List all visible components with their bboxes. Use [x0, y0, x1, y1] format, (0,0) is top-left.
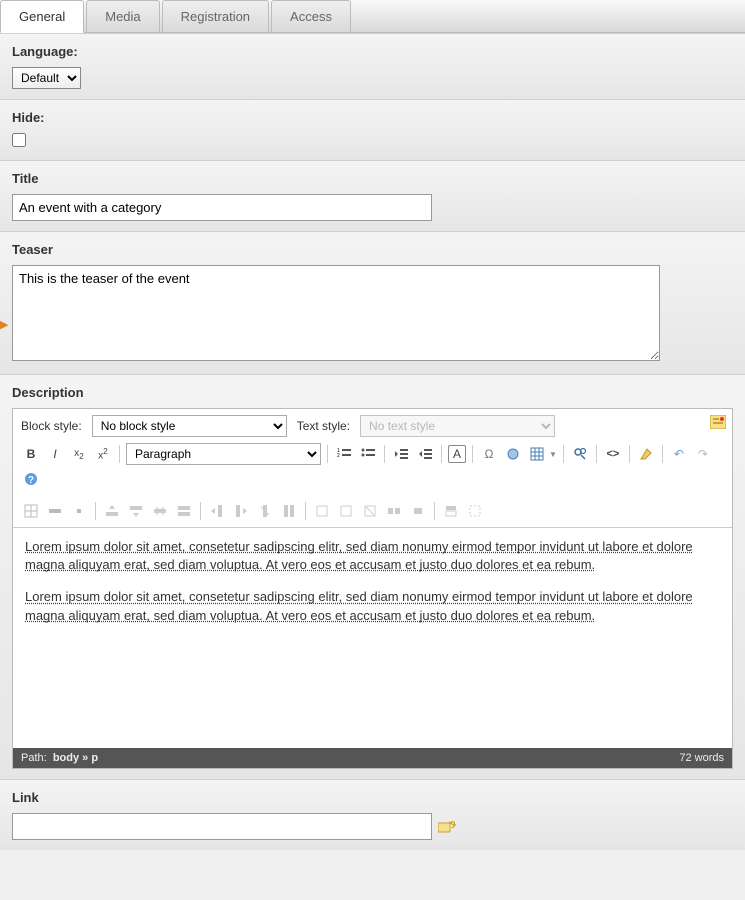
ordered-list-button[interactable]: 12: [334, 444, 354, 464]
cell-delete-button: [360, 501, 380, 521]
svg-text:2: 2: [337, 453, 340, 459]
tab-label: Media: [105, 9, 140, 24]
row-delete-button: [150, 501, 170, 521]
link-button[interactable]: [503, 444, 523, 464]
link-input[interactable]: [12, 813, 432, 840]
col-split-button: [279, 501, 299, 521]
help-button[interactable]: ?: [21, 469, 41, 489]
rte-editor: Block style: No block style Text style: …: [12, 408, 733, 769]
panel-collapse-arrow[interactable]: ▶: [0, 318, 8, 331]
rte-paragraph: Lorem ipsum dolor sit amet, consetetur s…: [25, 588, 720, 624]
toolbar-separator: [472, 445, 473, 463]
toolbar-separator: [200, 502, 201, 520]
text-color-button[interactable]: A: [448, 445, 466, 463]
title-section: Title: [0, 160, 745, 231]
rte-body[interactable]: Lorem ipsum dolor sit amet, consetetur s…: [13, 528, 732, 748]
tab-label: Registration: [181, 9, 250, 24]
tab-label: Access: [290, 9, 332, 24]
indent-button[interactable]: [415, 444, 435, 464]
block-style-label: Block style:: [21, 419, 82, 433]
tab-label: General: [19, 9, 65, 24]
paragraph-select[interactable]: Paragraph: [126, 443, 321, 465]
row-insert-after-button: [126, 501, 146, 521]
svg-text:?: ?: [28, 475, 34, 486]
tab-general[interactable]: General: [0, 0, 84, 33]
teaser-textarea[interactable]: This is the teaser of the event: [12, 265, 660, 361]
description-section: Description Block style: No block style …: [0, 374, 745, 779]
block-style-select[interactable]: No block style: [92, 415, 287, 437]
col-delete-button: [255, 501, 275, 521]
teaser-section: Teaser This is the teaser of the event: [0, 231, 745, 374]
table-props-button: [21, 501, 41, 521]
toolbar-separator: [441, 445, 442, 463]
table-button[interactable]: [527, 444, 547, 464]
toolbar-separator: [563, 445, 564, 463]
text-style-label: Text style:: [297, 419, 350, 433]
bold-button[interactable]: B: [21, 444, 41, 464]
italic-button[interactable]: I: [45, 444, 65, 464]
toolbar-separator: [95, 502, 96, 520]
toolbar-separator: [596, 445, 597, 463]
rte-path: Path: body » p: [21, 752, 98, 764]
language-section: Language: Default: [0, 33, 745, 99]
special-char-button[interactable]: Ω: [479, 444, 499, 464]
language-label: Language:: [12, 44, 733, 59]
tab-bar: General Media Registration Access: [0, 0, 745, 33]
superscript-button[interactable]: x2: [93, 444, 113, 464]
undo-button[interactable]: ↶: [669, 444, 689, 464]
toolbar-separator: [384, 445, 385, 463]
find-replace-button[interactable]: [570, 444, 590, 464]
rte-toolbar: B I x2 x2 Paragraph 12 A Ω ▼: [13, 441, 732, 528]
row-props-button: [45, 501, 65, 521]
redo-button: ↷: [693, 444, 713, 464]
toolbar-separator: [434, 502, 435, 520]
cell-split-button: [408, 501, 428, 521]
hide-section: Hide:: [0, 99, 745, 160]
toggle-header-cell-button: [441, 501, 461, 521]
cell-insert-after-button: [336, 501, 356, 521]
toolbar-separator: [305, 502, 306, 520]
toolbar-separator: [662, 445, 663, 463]
language-select[interactable]: Default: [12, 67, 81, 89]
subscript-button[interactable]: x2: [69, 444, 89, 464]
col-insert-after-button: [231, 501, 251, 521]
cell-merge-button: [384, 501, 404, 521]
row-insert-before-button: [102, 501, 122, 521]
link-wizard-icon[interactable]: [438, 820, 456, 834]
table-dropdown-icon[interactable]: ▼: [549, 450, 557, 459]
toggle-border-button: [465, 501, 485, 521]
rte-word-count: 72 words: [679, 752, 724, 764]
rte-paragraph: Lorem ipsum dolor sit amet, consetetur s…: [25, 538, 720, 574]
source-code-button[interactable]: <>: [603, 444, 623, 464]
cell-insert-before-button: [312, 501, 332, 521]
teaser-label: Teaser: [12, 242, 733, 257]
text-style-select: No text style: [360, 415, 555, 437]
hide-label: Hide:: [12, 110, 733, 125]
toolbar-separator: [327, 445, 328, 463]
toolbar-separator: [629, 445, 630, 463]
link-label: Link: [12, 790, 733, 805]
hide-checkbox[interactable]: [12, 133, 26, 147]
cell-props-button: [69, 501, 89, 521]
col-insert-before-button: [207, 501, 227, 521]
outdent-button[interactable]: [391, 444, 411, 464]
link-section: Link: [0, 779, 745, 850]
description-label: Description: [12, 385, 733, 400]
title-input[interactable]: [12, 194, 432, 221]
row-split-button: [174, 501, 194, 521]
toggle-rte-icon[interactable]: [710, 415, 726, 429]
tab-registration[interactable]: Registration: [162, 0, 269, 32]
rte-statusbar: Path: body » p 72 words: [13, 748, 732, 768]
title-label: Title: [12, 171, 733, 186]
toolbar-separator: [119, 445, 120, 463]
remove-format-button[interactable]: [636, 444, 656, 464]
tab-access[interactable]: Access: [271, 0, 351, 32]
tab-media[interactable]: Media: [86, 0, 159, 32]
unordered-list-button[interactable]: [358, 444, 378, 464]
